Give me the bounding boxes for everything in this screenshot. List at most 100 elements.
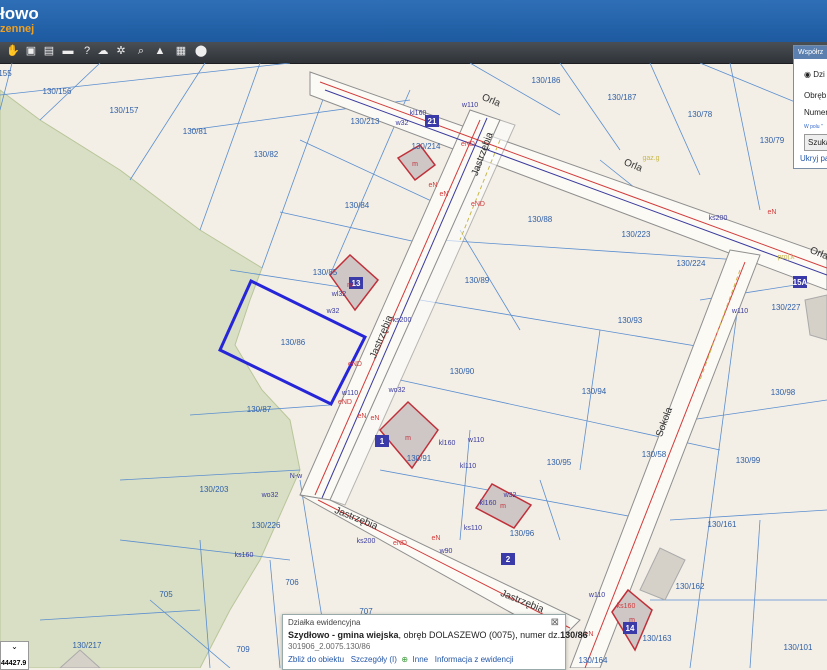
app-subtitle: zennej: [0, 23, 35, 35]
building-mark: m: [347, 282, 353, 289]
map-canvas[interactable]: 155 130/156 130/157 130/81 130/82 130/213 130/…: [0, 63, 827, 668]
parcel-label: 130/214: [412, 142, 441, 151]
close-icon[interactable]: ⊠: [551, 617, 559, 628]
popup-number: 130/86: [560, 630, 588, 640]
building-number: 21: [428, 117, 437, 126]
parcel-label: 130/164: [579, 656, 608, 665]
parcel-label: 130/85: [313, 268, 338, 277]
color-grid-icon[interactable]: ▦: [174, 44, 188, 59]
coordinate-box: ⌄ 44427.9: [0, 641, 29, 670]
coordinate-readout: 44427.9: [1, 660, 27, 667]
building-mark: m: [412, 161, 418, 168]
utility-label: wl32: [331, 291, 347, 298]
registry-info-link[interactable]: Informacja z ewidencji: [435, 655, 514, 664]
search-button[interactable]: Szuka: [804, 134, 827, 151]
parcel-label: 130/217: [73, 641, 102, 650]
other-link[interactable]: Inne: [413, 655, 429, 664]
parcel-label: 130/224: [677, 259, 706, 268]
share-icon[interactable]: ⬤: [194, 44, 208, 59]
building-mark: m: [500, 503, 506, 510]
comment-icon[interactable]: ▬: [61, 44, 75, 59]
cloud-icon[interactable]: ☁: [96, 44, 110, 59]
parcel-label: 130/81: [183, 127, 208, 136]
utility-label: wo32: [261, 492, 279, 499]
building-mark: m: [405, 435, 411, 442]
pan-icon[interactable]: ✋: [6, 44, 20, 59]
table-icon[interactable]: ▤: [42, 44, 56, 59]
layers-icon[interactable]: ▣: [24, 44, 38, 59]
parcel-label: 130/91: [407, 454, 432, 463]
settings-icon[interactable]: ✲: [114, 44, 128, 59]
parcel-label: 130/163: [643, 634, 672, 643]
utility-label: w110: [461, 102, 478, 109]
parcel-label: 130/89: [465, 276, 490, 285]
building: [639, 547, 686, 601]
parcel-label: 130/98: [771, 388, 796, 397]
popup-details: , obręb DOLASZEWO (0075), numer dz.: [398, 630, 561, 640]
parcel-label: 130/96: [510, 529, 535, 538]
utility-label: eND: [338, 399, 352, 406]
parcel-label: 130/223: [622, 230, 651, 239]
parcel-label: 130/88: [528, 215, 553, 224]
popup-identifier: 301906_2.0075.130/86: [288, 642, 371, 651]
utility-label: kl160: [439, 440, 456, 447]
parcel-label: 130/82: [254, 150, 279, 159]
street-label: Orla: [480, 92, 502, 109]
utility-label: gaz.g: [642, 155, 659, 162]
parcel-label: 130/213: [351, 117, 380, 126]
utility-label: eN: [432, 535, 441, 542]
search-option-radio[interactable]: ◉ Dzi: [804, 70, 825, 79]
measure-icon[interactable]: ▲: [153, 44, 167, 59]
details-link[interactable]: Szczegóły (I): [351, 655, 397, 664]
building-number: 2: [506, 555, 511, 564]
utility-label: w110: [341, 390, 358, 397]
app-title: łowo: [0, 4, 39, 23]
parcel-label: 130/58: [642, 450, 667, 459]
utility-label: w32: [326, 308, 340, 315]
building-mark: m: [629, 617, 635, 624]
parcel-label: 130/101: [784, 643, 813, 652]
utility-label: eND: [471, 201, 485, 208]
utility-label: eND: [348, 361, 362, 368]
help-icon[interactable]: ?: [80, 44, 94, 59]
info-popup: Działka ewidencyjna ⊠ Szydłowo - gmina w…: [282, 614, 588, 670]
search-option-label: Dzi: [813, 70, 825, 79]
utility-label: N-w: [290, 473, 303, 480]
utility-label: w32: [503, 492, 517, 499]
utility-label: eN: [358, 413, 367, 420]
parcel-label: 130/78: [688, 110, 713, 119]
parcel-label: 130/203: [200, 485, 229, 494]
popup-description: Szydłowo - gmina wiejska, obręb DOLASZEW…: [288, 630, 588, 640]
popup-heading: Działka ewidencyjna: [288, 618, 361, 627]
utility-label: proj.k: [777, 254, 795, 261]
utility-label: eN: [371, 415, 380, 422]
parcel-label: 705: [159, 590, 173, 599]
building-number: 13: [352, 279, 361, 288]
map-view[interactable]: 155 130/156 130/157 130/81 130/82 130/213 130/…: [0, 63, 827, 668]
parcel-label: 130/187: [608, 93, 637, 102]
parcel-label: 130/90: [450, 367, 475, 376]
utility-label: kl160: [410, 110, 427, 117]
parcel-label: 709: [236, 645, 250, 654]
search-icon[interactable]: ⌕: [134, 44, 148, 59]
utility-label: eND: [461, 141, 475, 148]
utility-label: kl110: [460, 463, 476, 470]
forest-area: [0, 89, 301, 668]
utility-label: eN: [440, 191, 449, 198]
building-number: 14: [626, 624, 635, 633]
utility-label: ks200: [393, 317, 412, 324]
chevron-down-icon[interactable]: ⌄: [1, 642, 28, 651]
utility-label: ks160: [235, 552, 254, 559]
app-header: łowo zennej: [0, 0, 827, 42]
parcel-label: 130/227: [772, 303, 801, 312]
parcel-label: 130/186: [532, 76, 561, 85]
search-panel-title: Współrz: [794, 46, 827, 59]
street-label: Jastrzębia: [333, 505, 380, 532]
plus-icon[interactable]: ⊕: [401, 655, 408, 664]
hide-panel-link[interactable]: Ukryj pan: [800, 154, 827, 163]
utility-label: ks200: [709, 215, 728, 222]
parcel-label: 130/162: [676, 582, 705, 591]
zoom-to-object-link[interactable]: Zbliż do obiektu: [288, 655, 344, 664]
utility-label: w90: [439, 548, 453, 555]
parcel-label: 130/156: [43, 87, 72, 96]
